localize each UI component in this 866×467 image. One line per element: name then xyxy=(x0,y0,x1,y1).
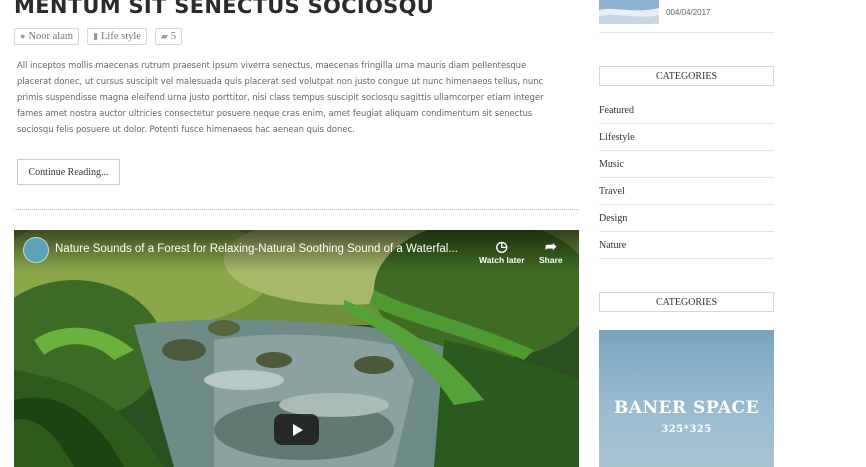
category-name[interactable]: Life style xyxy=(101,31,141,42)
continue-reading-button[interactable]: Continue Reading... xyxy=(17,159,120,185)
video-embed[interactable]: Nature Sounds of a Forest for Relaxing-N… xyxy=(14,230,579,467)
category-item-featured[interactable]: Featured xyxy=(599,97,774,124)
comment-icon: ▰ xyxy=(160,31,168,41)
categories-widget-title: CATEGORIES xyxy=(599,66,774,86)
share-label: Share xyxy=(539,255,563,265)
watch-later-label: Watch later xyxy=(479,255,525,265)
category-item-lifestyle[interactable]: Lifestyle xyxy=(599,124,774,151)
share-icon: ➦ xyxy=(544,238,557,254)
comments-tag[interactable]: ▰ 5 xyxy=(154,28,183,45)
post-meta: ● Noor alam ▮ Life style ▰ 5 xyxy=(14,28,183,45)
book-icon: ▮ xyxy=(93,31,99,41)
watch-later-button[interactable]: ◷ Watch later xyxy=(479,238,525,265)
category-item-music[interactable]: Music xyxy=(599,151,774,178)
second-widget-title: CATEGORIES xyxy=(599,292,774,312)
play-icon xyxy=(293,423,303,436)
post-title[interactable]: MENTUM SIT SENECTUS SOCIOSQU xyxy=(14,0,434,18)
video-title[interactable]: Nature Sounds of a Forest for Relaxing-N… xyxy=(55,243,458,255)
recent-post-thumbnail[interactable] xyxy=(599,0,659,24)
recent-post-date: 004/04/2017 xyxy=(666,8,711,17)
category-tag[interactable]: ▮ Life style xyxy=(87,28,147,45)
banner-ad[interactable]: BANER SPACE 325*325 xyxy=(599,330,774,467)
post-excerpt: All inceptos mollis maecenas rutrum prae… xyxy=(17,60,544,134)
play-button[interactable] xyxy=(274,414,319,445)
user-icon: ● xyxy=(20,31,26,41)
recent-post-image xyxy=(599,0,659,24)
clock-icon: ◷ xyxy=(495,238,508,254)
post-divider xyxy=(14,209,579,210)
category-list: Featured Lifestyle Music Travel Design N… xyxy=(599,97,774,259)
banner-size: 325*325 xyxy=(661,424,712,435)
category-item-design[interactable]: Design xyxy=(599,205,774,232)
author-tag[interactable]: ● Noor alam xyxy=(14,28,80,45)
channel-avatar[interactable] xyxy=(23,237,49,263)
category-item-travel[interactable]: Travel xyxy=(599,178,774,205)
recent-post-divider xyxy=(599,32,774,33)
share-button[interactable]: ➦ Share xyxy=(539,238,563,265)
category-item-nature[interactable]: Nature xyxy=(599,232,774,259)
comment-count[interactable]: 5 xyxy=(171,31,176,42)
banner-text: BANER SPACE xyxy=(613,398,760,418)
author-name[interactable]: Noor alam xyxy=(28,31,73,42)
